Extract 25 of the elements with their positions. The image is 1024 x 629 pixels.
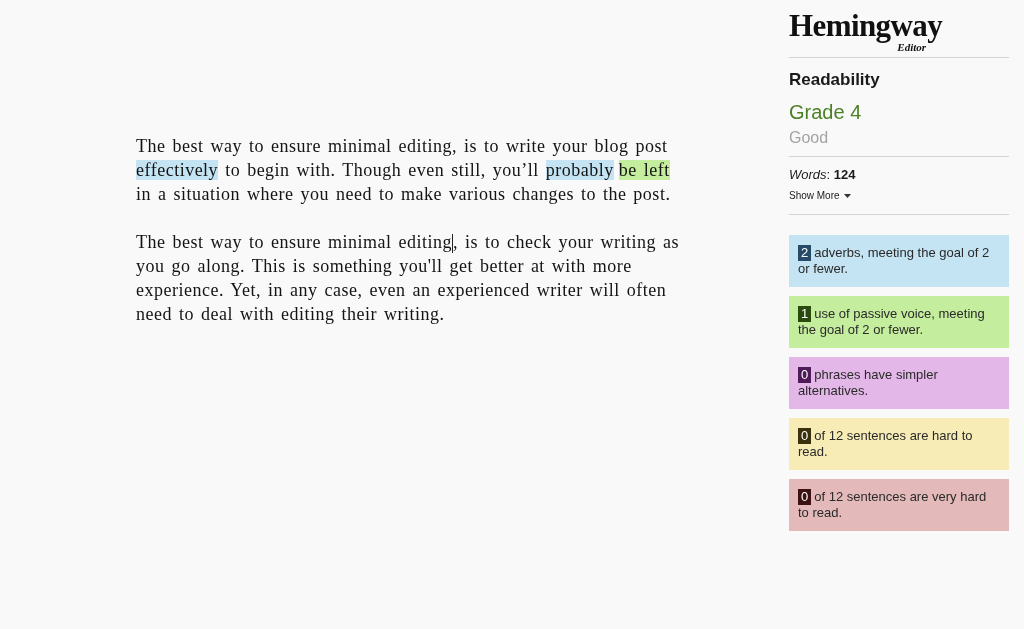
passive-voice-highlight: be left [618,160,670,180]
paragraph-text: need to deal with editing their writing. [136,304,445,324]
grade-level: Grade 4 [789,100,863,124]
suggestion-text: 1 use of passive voice, meeting the goal of 2 or fewer. [798,306,986,337]
paragraph-text: The best way to ensure minimal editing, is to write your blog post [136,136,668,156]
show-more-button[interactable]: Show More [789,189,851,203]
suggestion-text: 0 of 12 sentences are hard to read. [798,428,974,459]
caret-down-icon [843,194,851,198]
suggestion-text: 0 phrases have simpler alternatives. [798,367,939,398]
paragraph-text: you go along. This is something you'll get better at with more [136,256,632,276]
suggestion-text: 0 of 12 sentences are very hard to read. [798,489,988,520]
section-title: Readability [789,70,881,90]
paragraph-text: experience. Yet, in any case, even an experienced writer will often [136,280,667,300]
suggestion-text: 2 adverbs, meeting the goal of 2 or fewer. [798,245,991,276]
logo-subtitle: Editor [897,42,927,53]
text-cursor-icon [451,234,453,253]
paragraph-text: , is to check your writing as [452,232,679,252]
paragraph-text: in a situation where you need to make various changes to the post. [136,184,671,204]
word-count: Words: 124 [789,167,857,183]
grade-rating: Good [789,128,830,148]
paragraph-text: The best way to ensure minimal editing [136,232,452,252]
adverb-highlight: probably [545,160,614,180]
paragraph-text: to begin with. Though even still, you’ll [225,160,539,180]
adverb-highlight: effectively [136,160,219,180]
logo-title: Hemingway [789,9,943,42]
